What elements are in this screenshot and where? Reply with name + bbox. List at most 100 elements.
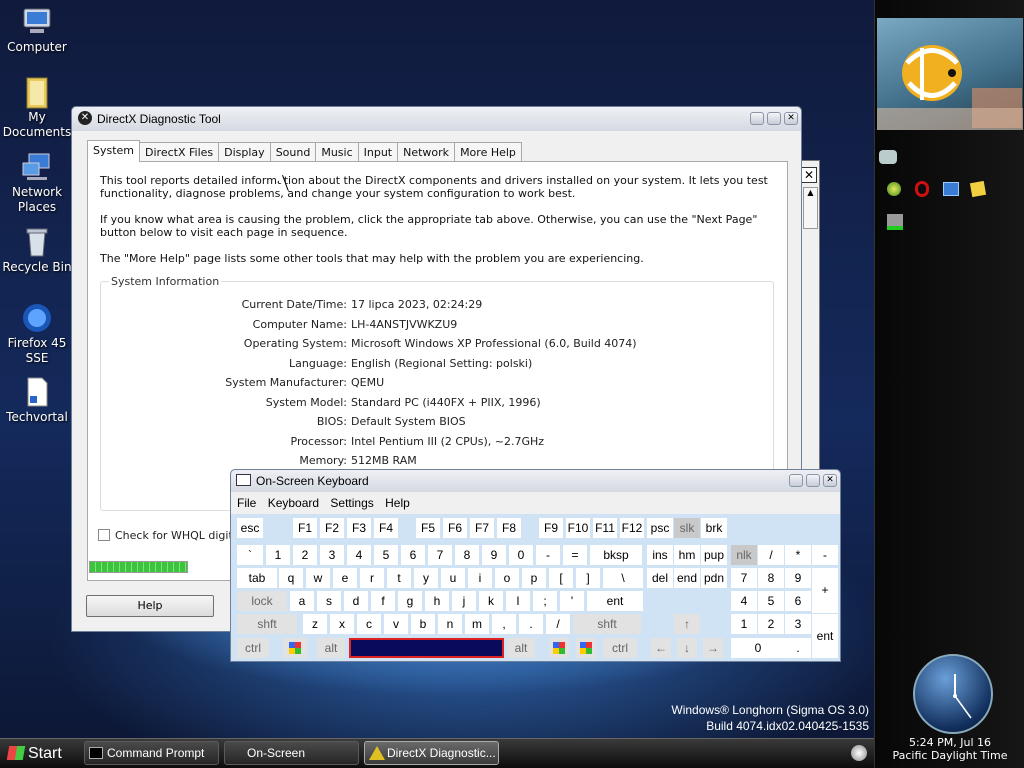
key-r4-3[interactable]: d bbox=[344, 591, 368, 611]
key-r1-1[interactable]: F1 bbox=[293, 518, 317, 538]
key-r3-15[interactable]: end bbox=[674, 568, 700, 588]
tab-more-help[interactable]: More Help bbox=[454, 142, 522, 162]
chat-icon[interactable] bbox=[879, 150, 897, 164]
key-r5-13[interactable]: 1 bbox=[731, 614, 757, 634]
maximize-button[interactable] bbox=[767, 112, 781, 125]
key-r2-10[interactable]: 0 bbox=[509, 545, 533, 565]
key-r5-15[interactable]: 3 bbox=[785, 614, 811, 634]
key-r3-9[interactable]: o bbox=[495, 568, 519, 588]
desktop-icon-techvortal[interactable]: Techvortal bbox=[2, 376, 72, 425]
window-icon[interactable] bbox=[943, 182, 959, 196]
key-r4-12[interactable]: ent bbox=[587, 591, 643, 611]
key-r3-0[interactable]: tab bbox=[237, 568, 277, 588]
key-r1-10[interactable]: F10 bbox=[566, 518, 590, 538]
key-r5-9[interactable]: . bbox=[519, 614, 543, 634]
key-r1-8[interactable]: F8 bbox=[497, 518, 521, 538]
help-button[interactable]: Help bbox=[86, 595, 214, 617]
key-r1-6[interactable]: F6 bbox=[443, 518, 467, 538]
close-button[interactable]: ✕ bbox=[784, 112, 798, 125]
key-r2-14[interactable]: ins bbox=[647, 545, 673, 565]
dxdiag-titlebar[interactable]: ✕ DirectX Diagnostic Tool ✕ bbox=[72, 107, 801, 131]
tab-display[interactable]: Display bbox=[218, 142, 271, 162]
key-r1-5[interactable]: F5 bbox=[416, 518, 440, 538]
key-r5-2[interactable]: x bbox=[330, 614, 354, 634]
osk-window[interactable]: On-Screen Keyboard ✕ File Keyboard Setti… bbox=[230, 469, 841, 662]
key-r4-15[interactable]: 6 bbox=[785, 591, 811, 611]
key-r1-12[interactable]: F12 bbox=[620, 518, 644, 538]
key-r3-16[interactable]: pdn bbox=[701, 568, 727, 588]
key-r6-4[interactable]: ← bbox=[651, 638, 671, 658]
task-directx-diagnostic[interactable]: DirectX Diagnostic... bbox=[364, 741, 499, 765]
osk-titlebar[interactable]: On-Screen Keyboard ✕ bbox=[231, 470, 840, 492]
opera-icon[interactable] bbox=[915, 181, 929, 197]
key-r2-2[interactable]: 2 bbox=[293, 545, 317, 565]
key-r5-14[interactable]: 2 bbox=[758, 614, 784, 634]
key-r2-16[interactable]: pup bbox=[701, 545, 727, 565]
tab-input[interactable]: Input bbox=[357, 142, 399, 162]
security-icon[interactable] bbox=[887, 214, 903, 230]
key-r6-6[interactable]: → bbox=[703, 638, 723, 658]
key-r1-11[interactable]: F11 bbox=[593, 518, 617, 538]
key-r5-0[interactable]: shft bbox=[237, 614, 297, 634]
key-r5-8[interactable]: , bbox=[492, 614, 516, 634]
key-r3-8[interactable]: i bbox=[468, 568, 492, 588]
key-r3-11[interactable]: [ bbox=[549, 568, 573, 588]
tab-music[interactable]: Music bbox=[315, 142, 359, 162]
key-r3-12[interactable]: ] bbox=[576, 568, 600, 588]
key-r4-7[interactable]: j bbox=[452, 591, 476, 611]
scroll-up-icon[interactable]: ▲ bbox=[804, 188, 817, 197]
menu-keyboard[interactable]: Keyboard bbox=[268, 496, 319, 510]
key-r4-13[interactable]: 4 bbox=[731, 591, 757, 611]
key-r2-15[interactable]: hm bbox=[674, 545, 700, 565]
key-r5-11[interactable]: shft bbox=[573, 614, 641, 634]
minimize-button[interactable] bbox=[789, 474, 803, 487]
key-r5-3[interactable]: c bbox=[357, 614, 381, 634]
key-r3-5[interactable]: t bbox=[387, 568, 411, 588]
windows-key-right-icon[interactable] bbox=[549, 638, 569, 658]
key-r2-19[interactable]: * bbox=[785, 545, 811, 565]
key-r2-6[interactable]: 6 bbox=[401, 545, 425, 565]
key-r4-4[interactable]: f bbox=[371, 591, 395, 611]
key-r3-13[interactable]: \ bbox=[603, 568, 643, 588]
key-r4-10[interactable]: ; bbox=[533, 591, 557, 611]
key-r6-1[interactable]: alt bbox=[317, 638, 345, 658]
desktop-icon-network-places[interactable]: Network Places bbox=[2, 151, 72, 215]
task-on-screen-keyboard[interactable]: On-Screen Keyboa... bbox=[224, 741, 359, 765]
key-r5-1[interactable]: z bbox=[303, 614, 327, 634]
desktop-icon-firefox[interactable]: Firefox 45 SSE bbox=[2, 302, 72, 366]
windows-key-left-icon[interactable] bbox=[283, 638, 307, 658]
key-r2-13[interactable]: bksp bbox=[590, 545, 642, 565]
key-r2-8[interactable]: 8 bbox=[455, 545, 479, 565]
key-r2-18[interactable]: / bbox=[758, 545, 784, 565]
key-r2-12[interactable]: = bbox=[563, 545, 587, 565]
minimize-button[interactable] bbox=[750, 112, 764, 125]
key-r3-2[interactable]: w bbox=[306, 568, 330, 588]
key-r3-17[interactable]: 7 bbox=[731, 568, 757, 588]
key-r1-7[interactable]: F7 bbox=[470, 518, 494, 538]
key-r5-10[interactable]: / bbox=[546, 614, 570, 634]
key-r5-16[interactable]: ent bbox=[812, 614, 838, 658]
key-r4-9[interactable]: l bbox=[506, 591, 530, 611]
key-r6-8[interactable]: . bbox=[785, 638, 811, 658]
key-r2-17[interactable]: nlk bbox=[731, 545, 757, 565]
menu-settings[interactable]: Settings bbox=[330, 496, 373, 510]
key-r2-20[interactable]: - bbox=[812, 545, 838, 565]
key-r3-20[interactable]: + bbox=[812, 568, 838, 613]
key-r3-18[interactable]: 8 bbox=[758, 568, 784, 588]
key-r4-6[interactable]: h bbox=[425, 591, 449, 611]
tab-directx-files[interactable]: DirectX Files bbox=[139, 142, 220, 162]
key-r6-5[interactable]: ↓ bbox=[677, 638, 697, 658]
key-r3-1[interactable]: q bbox=[279, 568, 303, 588]
scrollbar[interactable]: ▲ bbox=[803, 187, 818, 229]
key-r4-1[interactable]: a bbox=[290, 591, 314, 611]
key-r4-8[interactable]: k bbox=[479, 591, 503, 611]
space-bar[interactable] bbox=[349, 638, 504, 658]
key-r6-3[interactable]: ctrl bbox=[603, 638, 637, 658]
key-r3-6[interactable]: y bbox=[414, 568, 438, 588]
task-command-prompt[interactable]: Command Prompt bbox=[84, 741, 219, 765]
key-r4-11[interactable]: ' bbox=[560, 591, 584, 611]
key-r3-4[interactable]: r bbox=[360, 568, 384, 588]
key-r3-14[interactable]: del bbox=[647, 568, 673, 588]
tab-network[interactable]: Network bbox=[397, 142, 456, 162]
desktop-icon-computer[interactable]: Computer bbox=[2, 6, 72, 55]
